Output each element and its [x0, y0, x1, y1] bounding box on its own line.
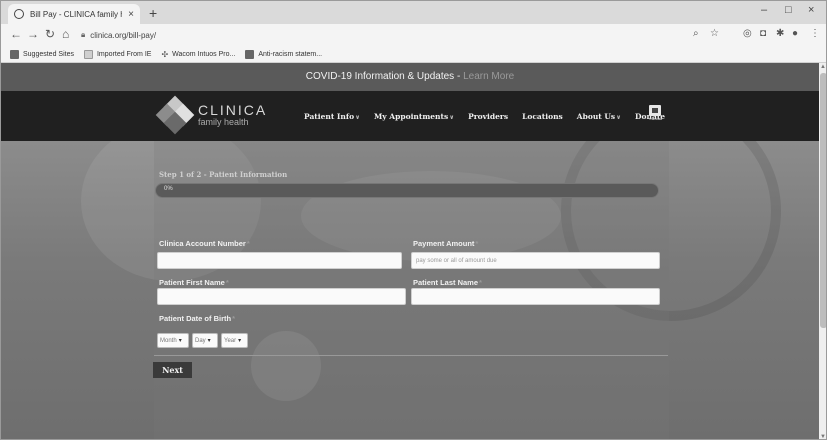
dob-label: Patient Date of Birth*: [159, 314, 236, 323]
dob-year-select[interactable]: Year ▾: [221, 333, 248, 348]
bookmark-icon: [10, 49, 19, 59]
last-name-label: Patient Last Name*: [413, 278, 482, 287]
page-viewport: COVID-19 Information & Updates - Learn M…: [1, 63, 819, 439]
progress-label: 0%: [164, 186, 173, 192]
step-title: Step 1 of 2 - Patient Information: [159, 170, 288, 179]
close-window-button[interactable]: ×: [808, 4, 814, 16]
dropdown-arrow-icon: ▾: [207, 338, 211, 344]
bookmark-item[interactable]: Imported From IE: [83, 49, 151, 59]
first-name-label: Patient First Name*: [159, 278, 229, 287]
bookmark-item[interactable]: ✣ Wacom Intuos Pro...: [161, 50, 235, 59]
minimize-button[interactable]: –: [761, 4, 767, 16]
next-button[interactable]: Next: [153, 362, 192, 378]
menu-about-us[interactable]: About Us∨: [577, 112, 621, 121]
payment-amount-label: Payment Amount*: [413, 239, 479, 248]
menu-providers[interactable]: Providers: [468, 112, 508, 121]
account-number-input[interactable]: [157, 252, 402, 269]
menu-my-appointments[interactable]: My Appointments∨: [374, 112, 454, 121]
dob-month-select[interactable]: Month ▾: [157, 333, 189, 348]
extension-icon[interactable]: ◎: [743, 28, 752, 39]
wacom-icon: ✣: [161, 49, 169, 59]
translate-icon: [649, 105, 661, 116]
home-icon[interactable]: ⌂: [62, 27, 69, 41]
covid-banner[interactable]: COVID-19 Information & Updates - Learn M…: [1, 63, 819, 91]
chevron-down-icon: ∨: [616, 113, 621, 121]
account-number-label: Clinica Account Number*: [159, 239, 250, 248]
back-arrow-icon[interactable]: ←: [10, 27, 22, 41]
menu-locations[interactable]: Locations: [522, 112, 563, 121]
puzzle-icon[interactable]: ✱: [776, 28, 784, 39]
kebab-menu-icon[interactable]: ⋮: [810, 28, 820, 39]
dropdown-arrow-icon: ▾: [238, 338, 242, 344]
tab-close-icon[interactable]: ×: [128, 9, 134, 20]
scroll-down-icon[interactable]: ▼: [820, 434, 826, 439]
translate-button[interactable]: Translate: [649, 105, 663, 123]
profile-icon[interactable]: ●: [792, 28, 798, 39]
dropdown-arrow-icon: ▾: [178, 338, 182, 344]
form-divider: [154, 355, 668, 356]
logo-mark-icon: [155, 95, 195, 135]
dob-day-select[interactable]: Day ▾: [192, 333, 218, 348]
address-bar[interactable]: 🔒︎ clinica.org/bill-pay/: [81, 27, 721, 43]
folder-icon: [83, 49, 93, 59]
bookmarks-bar: Suggested Sites Imported From IE ✣ Wacom…: [1, 46, 826, 63]
browser-tab[interactable]: Bill Pay - CLINICA family health ×: [8, 4, 140, 24]
payment-amount-input[interactable]: pay some or all of amount due: [411, 252, 660, 269]
chevron-down-icon: ∨: [449, 113, 455, 121]
tab-title: Bill Pay - CLINICA family health: [30, 9, 122, 19]
learn-more-link[interactable]: Learn More: [463, 71, 514, 82]
maximize-button[interactable]: □: [785, 4, 792, 16]
menu-patient-info[interactable]: Patient Info∨: [304, 112, 360, 121]
first-name-input[interactable]: [157, 288, 406, 305]
url-text: clinica.org/bill-pay/: [90, 30, 157, 40]
bookmark-icon: [245, 49, 255, 59]
reload-icon[interactable]: ↻: [45, 27, 55, 41]
forward-arrow-icon[interactable]: →: [27, 27, 39, 41]
new-tab-button[interactable]: +: [149, 5, 157, 21]
scrollbar[interactable]: ▲ ▼: [819, 63, 826, 439]
lock-icon: 🔒︎: [81, 30, 86, 39]
progress-bar: 0%: [155, 183, 659, 198]
scrollbar-thumb[interactable]: [820, 73, 826, 328]
scroll-up-icon[interactable]: ▲: [820, 64, 826, 70]
logo-name: CLINICA: [198, 101, 268, 118]
last-name-input[interactable]: [411, 288, 660, 305]
main-menu: Patient Info∨ My Appointments∨ Providers…: [304, 91, 665, 141]
site-header: CLINICA family health Patient Info∨ My A…: [1, 91, 819, 141]
star-icon[interactable]: ☆: [710, 28, 719, 39]
logo-tagline: family health: [198, 116, 249, 127]
browser-window: Bill Pay - CLINICA family health × + – □…: [0, 0, 827, 440]
tab-strip: Bill Pay - CLINICA family health × + – □…: [1, 1, 826, 24]
bookmark-item[interactable]: Suggested Sites: [10, 49, 74, 59]
clinica-logo[interactable]: CLINICA family health: [155, 95, 268, 135]
globe-icon: [14, 9, 24, 19]
zoom-icon[interactable]: ⌕: [693, 28, 699, 39]
chevron-down-icon: ∨: [355, 113, 360, 121]
extension-icon[interactable]: ◘: [760, 28, 766, 39]
bookmark-item[interactable]: Anti-racism statem...: [245, 49, 322, 59]
browser-toolbar: ← → ↻ ⌂ 🔒︎ clinica.org/bill-pay/ ⌕ ☆ ◎ ◘…: [1, 24, 826, 46]
